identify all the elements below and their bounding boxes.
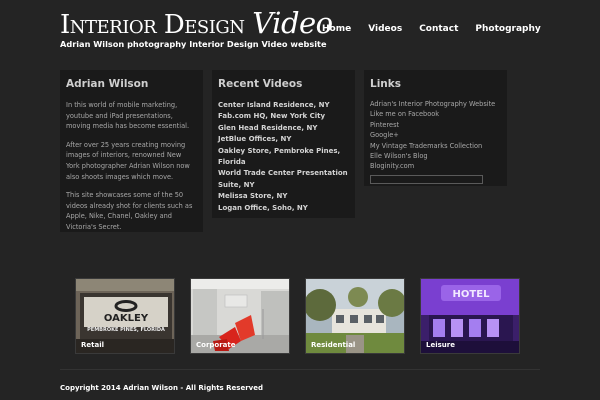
about-paragraph: This site showcases some of the 50 video… [66, 191, 193, 231]
about-paragraph: In this world of mobile marketing, youtu… [66, 101, 190, 131]
video-link[interactable]: JetBlue Offices, NY [218, 134, 349, 145]
gallery-corporate[interactable]: Corporate [190, 278, 290, 354]
links-panel: Links Adrian's Interior Photography Webs… [364, 70, 507, 186]
about-title: Adrian Wilson [66, 78, 149, 90]
main-nav: Home Videos Contact Photography [322, 24, 558, 34]
logo-word-design: Design [163, 10, 245, 40]
external-link[interactable]: Adrian's Interior Photography Website [370, 99, 501, 109]
video-link[interactable]: Fab.com HQ, New York City [218, 111, 349, 122]
about-panel: Adrian Wilson In this world of mobile ma… [60, 70, 203, 232]
video-link[interactable]: Glen Head Residence, NY [218, 123, 349, 134]
external-link[interactable]: Google+ [370, 130, 501, 140]
external-link[interactable]: Like me on Facebook [370, 109, 501, 119]
external-link[interactable]: My Vintage Trademarks Collection [370, 141, 501, 151]
oakley-sign-subtext: PEMBROKE PINES, FLORIDA [87, 327, 165, 333]
footer-divider [60, 369, 540, 370]
external-link[interactable]: Elle Wilson's Blog [370, 151, 501, 161]
video-link[interactable]: Melissa Store, NY [218, 191, 349, 202]
site-header: Interior Design Video Adrian Wilson phot… [0, 0, 600, 60]
copyright-text: Copyright 2014 Adrian Wilson - All Right… [60, 384, 263, 392]
logo-word-video: Video [252, 6, 333, 40]
links-title: Links [370, 78, 401, 90]
video-link[interactable]: Logan Office, Soho, NY [218, 203, 349, 214]
hotel-sign-text: HOTEL [453, 289, 491, 300]
external-link[interactable]: Bloginity.com [370, 161, 501, 171]
gallery-caption: Retail [81, 341, 105, 349]
gallery-retail[interactable]: OAKLEY PEMBROKE PINES, FLORIDA Retail [75, 278, 175, 354]
gallery-leisure[interactable]: HOTEL Leisure [420, 278, 520, 354]
gallery-residential[interactable]: Residential [305, 278, 405, 354]
site-logo[interactable]: Interior Design Video [60, 6, 333, 40]
logo-word-interior: Interior [60, 10, 157, 40]
recent-videos-title: Recent Videos [218, 78, 303, 90]
nav-photography[interactable]: Photography [475, 24, 540, 34]
gallery-caption: Leisure [426, 341, 455, 349]
video-link[interactable]: Center Island Residence, NY [218, 100, 349, 111]
gallery-caption: Residential [311, 341, 356, 349]
video-link[interactable]: World Trade Center Presentation Suite, N… [218, 168, 349, 191]
nav-videos[interactable]: Videos [368, 24, 402, 34]
video-link[interactable]: Oakley Store, Pembroke Pines, Florida [218, 146, 349, 169]
gallery-caption: Corporate [196, 341, 236, 349]
external-link[interactable]: Pinterest [370, 120, 501, 130]
site-tagline: Adrian Wilson photography Interior Desig… [60, 39, 327, 49]
recent-videos-list: Center Island Residence, NY Fab.com HQ, … [218, 100, 349, 214]
links-search-input[interactable] [370, 174, 483, 184]
about-paragraph: After over 25 years creating moving imag… [66, 140, 190, 181]
recent-videos-panel: Recent Videos Center Island Residence, N… [212, 70, 355, 218]
links-list: Adrian's Interior Photography Website Li… [370, 99, 501, 172]
nav-contact[interactable]: Contact [419, 24, 458, 34]
oakley-sign-text: OAKLEY [104, 313, 149, 324]
nav-home[interactable]: Home [322, 24, 351, 34]
